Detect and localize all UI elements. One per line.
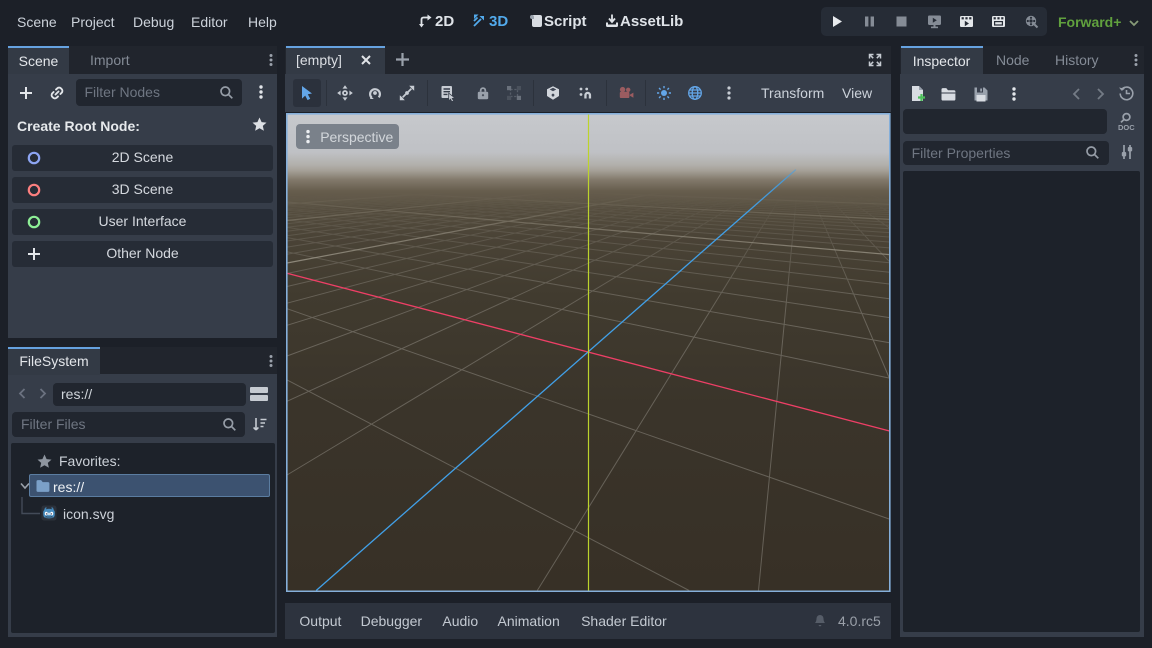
svg-text:DOC: DOC <box>1118 123 1135 132</box>
